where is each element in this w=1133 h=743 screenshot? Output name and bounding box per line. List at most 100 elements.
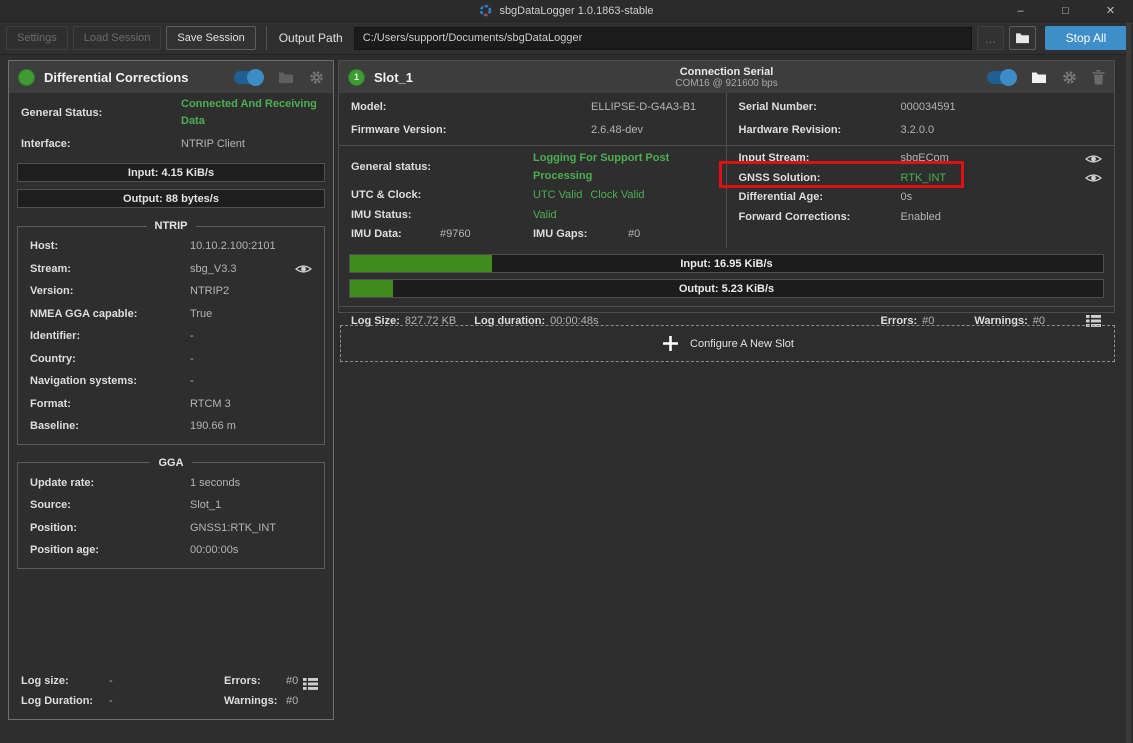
gga-section: GGA Update rate: 1 seconds Source: Slot_…: [17, 457, 325, 569]
app-logo-icon: [479, 4, 492, 17]
diff-status-dot: [18, 69, 35, 86]
ntrip-value: sbg_V3.3: [190, 261, 236, 278]
gga-value: 1 seconds: [190, 475, 240, 492]
output-path-input[interactable]: [354, 27, 972, 50]
gnss-solution-row: GNSS Solution: RTK_INT: [727, 169, 1115, 189]
ntrip-section-title: NTRIP: [147, 220, 196, 232]
gear-icon[interactable]: [1062, 70, 1077, 85]
eye-icon[interactable]: [295, 263, 312, 275]
gga-label: Update rate:: [30, 475, 190, 492]
folder-icon[interactable]: [1031, 71, 1047, 84]
interface-label: Interface:: [21, 136, 181, 153]
forward-corrections-value: Enabled: [901, 209, 941, 227]
differential-age-value: 0s: [901, 189, 913, 207]
ntrip-label: Identifier:: [30, 328, 190, 345]
eye-icon[interactable]: [1085, 172, 1102, 184]
settings-button[interactable]: Settings: [6, 26, 68, 50]
model-row: Model: ELLIPSE-D-G4A3-B1: [339, 96, 726, 119]
load-session-button[interactable]: Load Session: [73, 26, 162, 50]
errors-label: Errors:: [224, 673, 286, 689]
general-status-row: General Status: Connected And Receiving …: [9, 93, 333, 133]
gga-row: Position age: 00:00:00s: [18, 539, 324, 562]
gear-icon[interactable]: [309, 70, 324, 85]
hardware-value: 3.2.0.0: [901, 122, 935, 139]
output-path-label: Output Path: [279, 31, 343, 45]
status-section: General status: Logging For Support Post…: [339, 146, 1114, 248]
forward-corrections-row: Forward Corrections: Enabled: [727, 208, 1115, 228]
imu-gaps-label: IMU Gaps:: [533, 226, 628, 244]
device-info-section: Model: ELLIPSE-D-G4A3-B1 Firmware Versio…: [339, 93, 1114, 146]
ntrip-value: -: [190, 351, 194, 368]
main-toolbar: Settings Load Session Save Session Outpu…: [0, 22, 1133, 55]
input-stream-row: Input Stream: sbgECom: [727, 149, 1115, 169]
imu-status-value: Valid: [533, 207, 557, 225]
diff-panel-title: Differential Corrections: [44, 70, 188, 85]
firmware-label: Firmware Version:: [351, 122, 591, 139]
model-label: Model:: [351, 99, 591, 116]
ntrip-row: Stream: sbg_V3.3: [18, 258, 324, 281]
diff-enable-toggle[interactable]: [234, 71, 263, 84]
configure-new-slot-button[interactable]: Configure A New Slot: [340, 325, 1115, 362]
stop-all-button[interactable]: Stop All: [1045, 26, 1127, 50]
input-progress-text: Input: 16.95 KiB/s: [350, 255, 1103, 272]
serial-label: Serial Number:: [739, 99, 901, 116]
slot-panel-title: Slot_1: [374, 70, 413, 85]
slot-input-progressbar: Input: 16.95 KiB/s: [349, 254, 1104, 273]
ntrip-label: Country:: [30, 351, 190, 368]
ntrip-label: Navigation systems:: [30, 373, 190, 390]
slot-status-dot: 1: [348, 69, 365, 86]
hardware-label: Hardware Revision:: [739, 122, 901, 139]
window-title: sbgDataLogger 1.0.1863-stable: [499, 5, 653, 17]
ntrip-value: 10.10.2.100:2101: [190, 238, 276, 255]
title-bar: sbgDataLogger 1.0.1863-stable – □ ✕: [0, 0, 1133, 22]
firmware-value: 2.6.48-dev: [591, 122, 643, 139]
ntrip-value: 190.66 m: [190, 418, 236, 435]
differential-corrections-panel: Differential Corrections General Status:…: [8, 60, 334, 720]
log-duration-value: -: [109, 693, 224, 709]
forward-corrections-label: Forward Corrections:: [739, 209, 901, 227]
window-controls: – □ ✕: [998, 0, 1133, 22]
toolbar-divider: [266, 26, 267, 50]
ntrip-row: Version: NTRIP2: [18, 280, 324, 303]
gga-value: 00:00:00s: [190, 542, 238, 559]
log-list-icon[interactable]: [302, 677, 319, 691]
maximize-icon[interactable]: □: [1043, 0, 1088, 22]
gnss-solution-label: GNSS Solution:: [739, 170, 901, 188]
slot-enable-toggle[interactable]: [987, 71, 1016, 84]
slot-1-panel: 1 Slot_1 Connection Serial COM16 @ 92160…: [338, 60, 1115, 313]
gga-row: Position: GNSS1:RTK_INT: [18, 517, 324, 540]
ntrip-value: -: [190, 373, 194, 390]
serial-row: Serial Number: 000034591: [727, 96, 1115, 119]
ntrip-label: Version:: [30, 283, 190, 300]
save-session-button[interactable]: Save Session: [166, 26, 255, 50]
eye-icon[interactable]: [1085, 153, 1102, 165]
log-size-value: -: [109, 673, 224, 689]
more-options-button[interactable]: ...: [977, 26, 1004, 50]
trash-icon[interactable]: [1092, 70, 1105, 85]
minimize-icon[interactable]: –: [998, 0, 1043, 22]
ntrip-row: Identifier: -: [18, 325, 324, 348]
firmware-row: Firmware Version: 2.6.48-dev: [339, 119, 726, 142]
general-status-value: Connected And Receiving Data: [181, 96, 321, 130]
ntrip-label: Format:: [30, 396, 190, 413]
imu-status-label: IMU Status:: [351, 207, 533, 225]
gnss-solution-value: RTK_INT: [901, 170, 947, 188]
gga-row: Source: Slot_1: [18, 494, 324, 517]
gga-label: Position:: [30, 520, 190, 537]
folder-icon[interactable]: [278, 71, 294, 84]
log-size-label: Log size:: [21, 673, 109, 689]
differential-age-label: Differential Age:: [739, 189, 901, 207]
slot-general-status-label: General status:: [351, 159, 533, 177]
close-icon[interactable]: ✕: [1088, 0, 1133, 22]
gga-label: Source:: [30, 497, 190, 514]
scrollbar[interactable]: [1126, 22, 1131, 743]
ntrip-label: NMEA GGA capable:: [30, 306, 190, 323]
diff-log-footer: Log size: - Errors: #0 Log Duration: - W…: [9, 671, 333, 711]
ntrip-section: NTRIP Host: 10.10.2.100:2101 Stream: sbg…: [17, 220, 325, 445]
utc-clock-row: UTC & Clock: UTC Valid Clock Valid: [339, 186, 726, 206]
ntrip-row: Host: 10.10.2.100:2101: [18, 235, 324, 258]
app-window: { "colors": { "accent_blue":"#3d8ec9", "…: [0, 0, 1133, 743]
open-folder-button[interactable]: [1009, 26, 1036, 50]
input-stream-label: Input Stream:: [739, 150, 901, 168]
ntrip-row: Format: RTCM 3: [18, 393, 324, 416]
